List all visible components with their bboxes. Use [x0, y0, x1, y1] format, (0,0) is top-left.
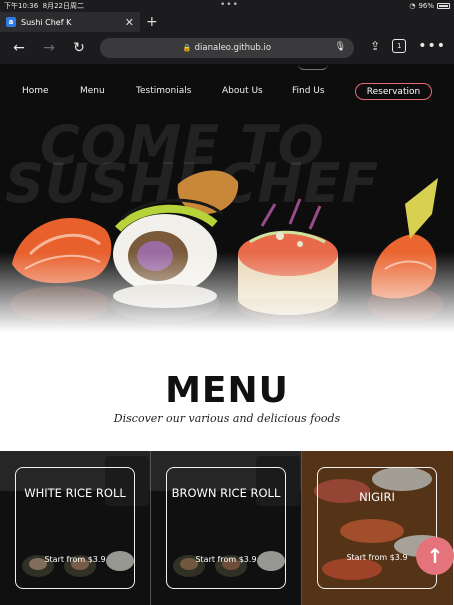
toolbar-right: ⇪ 1 ••• [370, 38, 446, 54]
share-icon[interactable]: ⇪ [370, 39, 380, 53]
menu-card-brown-rice[interactable]: BROWN RICE ROLL Start from $3.9 [151, 451, 302, 605]
battery-icon [437, 3, 450, 9]
card-title: WHITE RICE ROLL [24, 486, 126, 500]
battery-percent: 96% [418, 2, 434, 10]
url-text: dianaleo.github.io [194, 43, 272, 53]
tab-bar: a Sushi Chef K ✕ + [0, 12, 454, 32]
card-price: Start from $3.9 [44, 555, 106, 564]
status-date: 8月22日周二 [42, 2, 85, 10]
status-time: 下午10:36 8月22日周二 [4, 2, 85, 10]
menu-card-white-rice[interactable]: WHITE RICE ROLL Start from $3.9 [0, 451, 151, 605]
microphone-icon[interactable]: 🎙 [335, 42, 346, 52]
tabs-count-button[interactable]: 1 [392, 39, 407, 53]
address-bar[interactable]: 🔒 dianaleo.github.io 🎙 [100, 38, 354, 58]
reload-icon[interactable]: ↻ [68, 40, 90, 56]
back-arrow-icon[interactable]: ← [8, 40, 30, 56]
hero-section: COME TO SUSHI CHEF Home Menu Testimonial… [0, 64, 454, 332]
menu-cards: WHITE RICE ROLL Start from $3.9 BROWN RI… [0, 451, 454, 605]
card-title: BROWN RICE ROLL [171, 486, 281, 500]
menu-subtitle: Discover our various and delicious foods [113, 412, 341, 425]
status-right: ◔ 96% [409, 2, 450, 10]
new-tab-icon[interactable]: + [146, 14, 158, 30]
card-price: Start from $3.9 [195, 555, 257, 564]
menu-card-nigiri[interactable]: NIGIRI Start from $3.9 [302, 451, 453, 605]
browser-toolbar: ← → ↻ 🔒 dianaleo.github.io 🎙 ⇪ 1 ••• [0, 32, 454, 64]
lock-icon: 🔒 [182, 44, 192, 52]
card-title: NIGIRI [359, 490, 395, 504]
hero-fade [0, 252, 454, 332]
favicon-icon: a [6, 17, 16, 27]
scroll-to-top-button[interactable]: ↑ [416, 537, 454, 575]
arrow-up-icon: ↑ [426, 544, 444, 568]
wifi-icon: ◔ [409, 2, 416, 10]
forward-arrow-icon[interactable]: → [38, 40, 60, 56]
browser-tab[interactable]: a Sushi Chef K ✕ [0, 12, 140, 32]
status-bar: 下午10:36 8月22日周二 ••• ◔ 96% [0, 0, 454, 12]
card-frame [317, 467, 437, 589]
close-tab-icon[interactable]: ✕ [125, 16, 134, 29]
tab-title: Sushi Chef K [21, 17, 72, 27]
multitask-dots[interactable]: ••• [220, 0, 239, 10]
more-options-icon[interactable]: ••• [418, 38, 446, 54]
menu-title: MENU [165, 370, 289, 411]
